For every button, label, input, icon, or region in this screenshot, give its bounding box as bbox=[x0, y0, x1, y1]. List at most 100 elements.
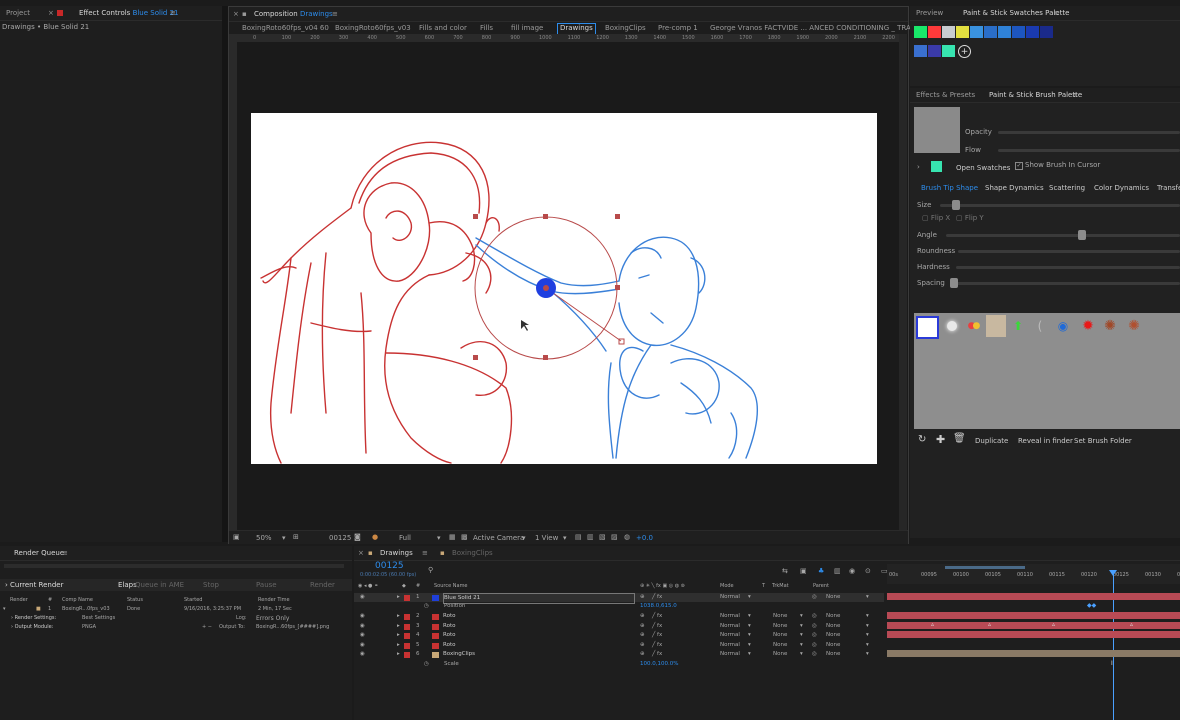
eye-icon[interactable]: ◉ bbox=[360, 641, 365, 650]
brush-thumb-brown-splat[interactable]: ✺ bbox=[1100, 316, 1120, 336]
parent-icon[interactable]: ◎ bbox=[812, 631, 817, 640]
render-settings-value[interactable]: Best Settings bbox=[82, 615, 115, 621]
color-icon[interactable]: ● bbox=[372, 533, 378, 541]
brush-thumb-soft[interactable] bbox=[942, 316, 962, 336]
brush-thumb-red-splat[interactable]: ✹ bbox=[1078, 316, 1098, 336]
show-brush-checkbox[interactable]: ✓ Show Brush In Cursor bbox=[1015, 161, 1100, 170]
chevron-down-icon[interactable]: ▾ bbox=[800, 641, 803, 650]
time-ruler[interactable]: 00s 00095 00100 00105 00110 00115 00120 00125 00… bbox=[887, 564, 1180, 584]
render-item-row[interactable]: ▾ ■ 1 BoxingR...0fps_v03 Done 9/16/2016,… bbox=[0, 606, 352, 615]
eye-icon[interactable]: ◉ bbox=[360, 593, 365, 602]
slider-knob[interactable] bbox=[952, 200, 960, 210]
expand-icon[interactable]: ▸ bbox=[397, 612, 400, 621]
layer-row[interactable]: ◉ ▸ 3 Roto ⊕ ╱ fx Normal ▾ None ▾ ◎ None ▾ bbox=[354, 622, 884, 631]
slider-knob[interactable] bbox=[950, 278, 958, 288]
switch-icon[interactable]: ⊕ bbox=[640, 650, 645, 659]
comp-icon[interactable]: ▪ bbox=[368, 548, 373, 559]
panel-menu-icon[interactable]: ≡ bbox=[332, 9, 338, 20]
vertical-scrollbar[interactable] bbox=[899, 34, 907, 530]
swatch[interactable] bbox=[984, 26, 997, 38]
swatch[interactable] bbox=[942, 26, 955, 38]
tab-brush-tip-shape[interactable]: Brush Tip Shape bbox=[921, 184, 978, 192]
layer-name[interactable]: BoxingClips bbox=[443, 650, 475, 659]
expand-icon[interactable]: ▸ bbox=[397, 593, 400, 602]
toolbar-icon[interactable]: ⇆ bbox=[782, 567, 788, 575]
toggle-icon[interactable]: ▤ bbox=[575, 533, 582, 541]
chevron-down-icon[interactable]: ▾ bbox=[800, 622, 803, 631]
log-value[interactable]: Errors Only bbox=[256, 615, 289, 622]
tab-transfer[interactable]: Transfer bbox=[1157, 184, 1180, 192]
layer-label-color[interactable] bbox=[404, 614, 410, 620]
parent-dropdown[interactable]: None bbox=[826, 622, 840, 631]
subtab[interactable]: George Vranos FACTVIDE ... ANCED CONDITI… bbox=[710, 23, 925, 34]
panel-menu-icon[interactable]: ≡ bbox=[170, 8, 176, 19]
hardness-slider[interactable] bbox=[956, 266, 1180, 269]
switch-icon[interactable]: ⊕ bbox=[640, 612, 645, 621]
eye-icon[interactable]: ◉ bbox=[360, 622, 365, 631]
chevron-down-icon[interactable]: ▾ bbox=[866, 641, 869, 650]
subtab[interactable]: Fills bbox=[480, 23, 493, 34]
chevron-down-icon[interactable]: ▾ bbox=[748, 641, 751, 650]
mode-dropdown[interactable]: Normal bbox=[720, 593, 740, 602]
subtab[interactable]: BoxingRoto60fps_v03 bbox=[335, 23, 411, 34]
parent-dropdown[interactable]: None bbox=[826, 612, 840, 621]
keyframe-icon[interactable]: ▵ bbox=[988, 621, 991, 628]
subtab[interactable]: BoxingClips bbox=[605, 23, 646, 34]
stop-button[interactable]: Stop bbox=[203, 581, 219, 589]
flip-x-checkbox[interactable]: ▢ Flip X bbox=[922, 214, 950, 222]
keyframe-icon[interactable]: ◆◆ bbox=[1087, 602, 1096, 609]
roundness-slider[interactable] bbox=[958, 250, 1180, 253]
flip-y-checkbox[interactable]: ▢ Flip Y bbox=[956, 214, 984, 222]
chevron-down-icon[interactable]: ▾ bbox=[748, 631, 751, 640]
keyframe-icon[interactable]: I bbox=[1111, 660, 1113, 667]
stopwatch-icon[interactable]: ◷ bbox=[424, 660, 429, 669]
swatch[interactable] bbox=[1012, 26, 1025, 38]
panel-menu-icon[interactable]: ≡ bbox=[1054, 8, 1060, 19]
composition-canvas[interactable] bbox=[251, 113, 877, 464]
swatch[interactable] bbox=[914, 45, 927, 57]
brush-thumb-stroke[interactable]: ( bbox=[1032, 316, 1048, 336]
output-module-value[interactable]: PNGA bbox=[82, 624, 96, 630]
brush-thumb-brown-splat[interactable]: ✺ bbox=[1124, 316, 1144, 336]
render-button[interactable]: Render bbox=[310, 581, 335, 589]
parent-icon[interactable]: ◎ bbox=[812, 641, 817, 650]
chevron-down-icon[interactable]: ▾ bbox=[800, 612, 803, 621]
mode-dropdown[interactable]: Normal bbox=[720, 612, 740, 621]
eye-icon[interactable]: ◉ bbox=[360, 631, 365, 640]
swatch[interactable] bbox=[970, 26, 983, 38]
duplicate-button[interactable]: Duplicate bbox=[975, 437, 1008, 445]
tab-effects-presets[interactable]: Effects & Presets bbox=[916, 90, 975, 101]
switch-icon[interactable]: ⊕ bbox=[640, 622, 645, 631]
grid-icon[interactable]: ⊞ bbox=[293, 533, 299, 541]
switch-icon[interactable]: ⊕ bbox=[640, 641, 645, 650]
swatch[interactable] bbox=[914, 26, 927, 38]
layer-row[interactable]: ◉ ▸ 2 Roto ⊕ ╱ fx Normal ▾ None ▾ ◎ None ▾ bbox=[354, 612, 884, 621]
switch-icon[interactable]: ⊕ bbox=[640, 593, 645, 602]
layer-bar[interactable] bbox=[887, 593, 1180, 600]
chevron-down-icon[interactable]: ▾ bbox=[748, 622, 751, 631]
swatch[interactable] bbox=[998, 26, 1011, 38]
tab-boxing-clips[interactable]: BoxingClips bbox=[452, 548, 493, 559]
expand-icon[interactable]: ▾ bbox=[3, 606, 6, 612]
swatch[interactable] bbox=[928, 26, 941, 38]
snapshot-icon[interactable]: ▣ bbox=[233, 533, 240, 541]
add-swatch-icon[interactable]: + bbox=[958, 45, 971, 58]
region-icon[interactable]: ▦ bbox=[449, 533, 456, 541]
layer-label-color[interactable] bbox=[404, 633, 410, 639]
tab-project[interactable]: Project bbox=[6, 8, 30, 19]
chevron-down-icon[interactable]: ▾ bbox=[866, 593, 869, 602]
panel-menu-icon[interactable]: ≡ bbox=[422, 548, 428, 559]
chevron-down-icon[interactable]: ▾ bbox=[522, 534, 526, 542]
close-icon[interactable]: × bbox=[48, 8, 54, 19]
expand-icon[interactable]: ▸ bbox=[397, 650, 400, 659]
opacity-slider[interactable] bbox=[998, 131, 1180, 134]
view-dropdown[interactable]: 1 View bbox=[535, 534, 558, 542]
mode-dropdown[interactable]: Normal bbox=[720, 631, 740, 640]
transparency-icon[interactable]: ▩ bbox=[461, 533, 468, 541]
size-slider[interactable] bbox=[940, 200, 1180, 210]
set-brush-folder-button[interactable]: Set Brush Folder bbox=[1074, 437, 1132, 445]
pause-button[interactable]: Pause bbox=[256, 581, 277, 589]
layer-row[interactable]: ◉ ▸ 1 Blue Solid 21 ⊕ ╱ fx Normal ▾ ◎ None ▾ bbox=[354, 593, 884, 604]
parent-icon[interactable]: ◎ bbox=[812, 622, 817, 631]
toolbar-icon[interactable]: ◉ bbox=[849, 567, 855, 575]
